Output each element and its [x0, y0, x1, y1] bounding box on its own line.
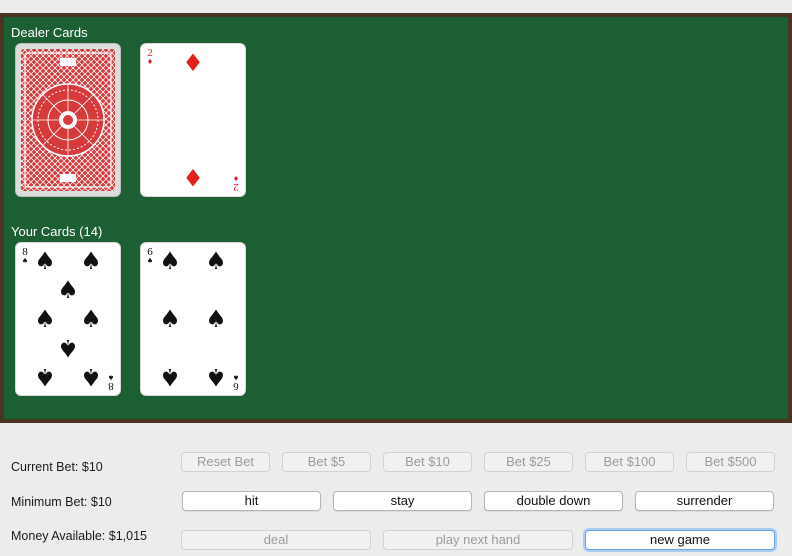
spade-pip: ♠ [34, 363, 56, 391]
card-suit: ♠ [107, 373, 115, 381]
current-bet-label: Current Bet: $10 [11, 460, 103, 474]
spade-pip: ♠ [80, 305, 102, 333]
card-corner-top: 2 ♦ [145, 48, 155, 67]
hit-button[interactable]: hit [182, 491, 321, 511]
card-corner-bottom: 8 ♠ [106, 373, 116, 392]
deal-button[interactable]: deal [181, 530, 371, 550]
player-card-1: 8 ♠ ♠ ♠ ♠ ♠ ♠ ♠ ♠ ♠ 8 ♠ [16, 243, 120, 395]
card-corner-top: 6 ♠ [145, 247, 155, 266]
bet-100-button[interactable]: Bet $100 [585, 452, 674, 472]
diamond-pip: ♦ [182, 49, 204, 77]
card-corner-bottom: 2 ♦ [231, 174, 241, 193]
spade-pip: ♠ [205, 305, 227, 333]
card-corner-bottom: 6 ♠ [231, 373, 241, 392]
dealer-cards-label: Dealer Cards [11, 25, 88, 40]
your-cards-label: Your Cards (14) [11, 224, 103, 239]
card-suit: ♦ [232, 174, 240, 182]
spade-pip: ♠ [205, 363, 227, 391]
card-rank: 2 [233, 181, 239, 193]
player-card-2: 6 ♠ ♠ ♠ ♠ ♠ ♠ ♠ 6 ♠ [141, 243, 245, 395]
spade-pip: ♠ [80, 363, 102, 391]
spade-pip: ♠ [205, 247, 227, 275]
spade-pip: ♠ [34, 247, 56, 275]
reset-bet-button[interactable]: Reset Bet [181, 452, 270, 472]
bet-5-button[interactable]: Bet $5 [282, 452, 371, 472]
new-game-button[interactable]: new game [585, 530, 775, 550]
spade-pip: ♠ [57, 334, 79, 362]
card-suit: ♦ [146, 58, 154, 66]
minimum-bet-label: Minimum Bet: $10 [11, 495, 112, 509]
card-rank: 8 [108, 380, 114, 392]
bet-10-button[interactable]: Bet $10 [383, 452, 472, 472]
spade-pip: ♠ [159, 247, 181, 275]
spade-pip: ♠ [80, 247, 102, 275]
card-rank: 6 [233, 380, 239, 392]
spade-pip: ♠ [34, 305, 56, 333]
card-corner-top: 8 ♠ [20, 247, 30, 266]
card-suit: ♠ [21, 257, 29, 265]
spade-pip: ♠ [159, 305, 181, 333]
dealer-card-up: 2 ♦ ♦ ♦ 2 ♦ [141, 44, 245, 196]
play-next-hand-button[interactable]: play next hand [383, 530, 573, 550]
table-felt: Dealer Cards 2 ♦ ♦ ♦ 2 ♦ Your Cards (14)… [4, 17, 788, 419]
surrender-button[interactable]: surrender [635, 491, 774, 511]
card-suit: ♠ [232, 373, 240, 381]
bet-500-button[interactable]: Bet $500 [686, 452, 775, 472]
spade-pip: ♠ [159, 363, 181, 391]
game-table: Dealer Cards 2 ♦ ♦ ♦ 2 ♦ Your Cards (14)… [0, 13, 792, 423]
bet-25-button[interactable]: Bet $25 [484, 452, 573, 472]
money-available-label: Money Available: $1,015 [11, 529, 147, 543]
diamond-pip: ♦ [182, 163, 204, 191]
spade-pip: ♠ [57, 276, 79, 304]
stay-button[interactable]: stay [333, 491, 472, 511]
card-suit: ♠ [146, 257, 154, 265]
dealer-card-facedown [16, 44, 120, 196]
double-down-button[interactable]: double down [484, 491, 623, 511]
